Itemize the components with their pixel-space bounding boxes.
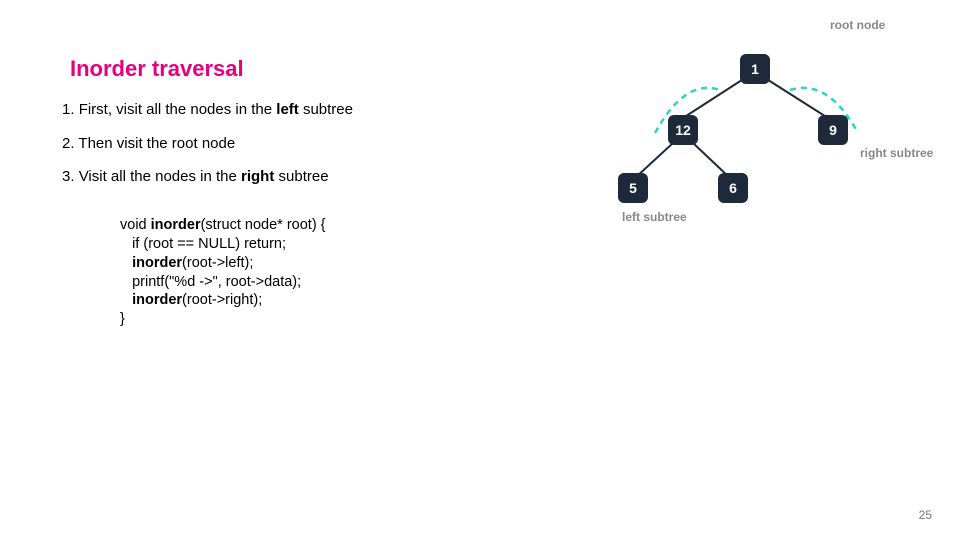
label-right-subtree: right subtree: [860, 146, 933, 160]
code-text: printf("%d ->", root->data);: [120, 274, 301, 290]
step-2: 2. Then visit the root node: [62, 128, 353, 160]
edge: [683, 78, 745, 118]
code-fn: inorder: [132, 292, 182, 308]
code-block: void inorder(struct node* root) { if (ro…: [120, 216, 326, 329]
steps-list: 1. First, visit all the nodes in the lef…: [62, 94, 353, 195]
node-left-right: 6: [718, 173, 748, 203]
step-post: subtree: [299, 101, 353, 118]
code-text: [120, 292, 132, 308]
code-text: (struct node* root) {: [201, 217, 326, 233]
step-text: Then visit the root node: [78, 135, 235, 152]
label-root-node: root node: [830, 18, 885, 32]
code-text: (root->right);: [182, 292, 262, 308]
label-left-subtree: left subtree: [622, 210, 687, 224]
code-fn: inorder: [132, 255, 182, 271]
edge: [765, 78, 828, 118]
code-text: (root->left);: [182, 255, 253, 271]
step-3: 3. Visit all the nodes in the right subt…: [62, 161, 353, 193]
code-fn: inorder: [151, 217, 201, 233]
tree-diagram: root node right subtree left subtree 1 1…: [560, 18, 960, 228]
step-bold: right: [241, 168, 274, 185]
step-num: 3.: [62, 168, 75, 185]
node-left-left: 5: [618, 173, 648, 203]
slide-title: Inorder traversal: [70, 56, 244, 82]
step-bold: left: [276, 101, 299, 118]
node-left: 12: [668, 115, 698, 145]
code-text: void: [120, 217, 151, 233]
step-num: 1.: [62, 101, 75, 118]
code-text: if (root == NULL) return;: [120, 236, 286, 252]
node-root: 1: [740, 54, 770, 84]
page-number: 25: [919, 508, 932, 522]
step-num: 2.: [62, 135, 75, 152]
code-text: }: [120, 311, 125, 327]
step-post: subtree: [274, 168, 328, 185]
node-right: 9: [818, 115, 848, 145]
step-text: Visit all the nodes in the: [79, 168, 241, 185]
code-text: [120, 255, 132, 271]
step-text: First, visit all the nodes in the: [79, 101, 277, 118]
step-1: 1. First, visit all the nodes in the lef…: [62, 94, 353, 126]
